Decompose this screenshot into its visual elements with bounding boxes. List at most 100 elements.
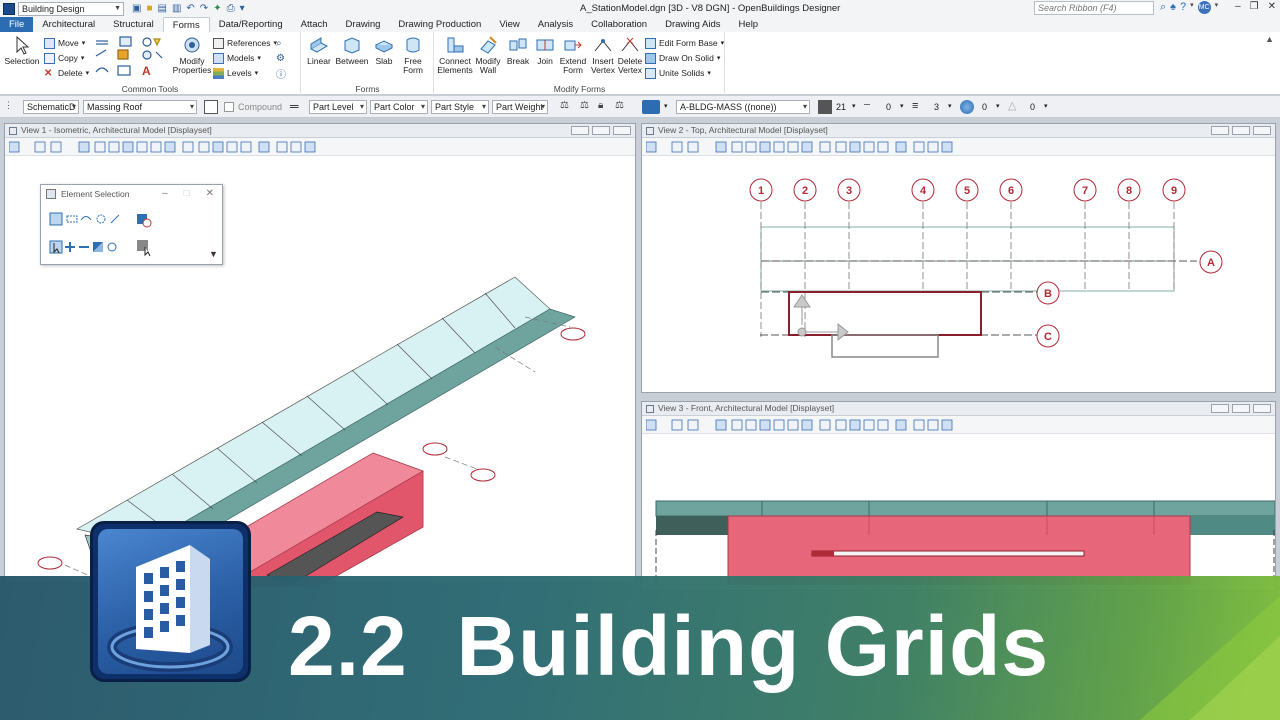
level-dropdown[interactable]: A-BLDG-MASS ((none)) [676, 100, 810, 114]
view-2-toolbar[interactable] [642, 138, 1275, 156]
view-tools-icons[interactable] [646, 418, 966, 432]
search-ribbon-input[interactable]: Search Ribbon (F4) [1034, 1, 1154, 15]
view-tool-icon[interactable] [927, 419, 939, 431]
view-tool-icon[interactable] [715, 419, 727, 431]
copy-button[interactable]: Copy ▾ [44, 51, 84, 65]
view-tool-icon[interactable] [731, 419, 743, 431]
level-freeze-icon[interactable]: ⚖ [580, 100, 594, 114]
edit-form-base-button[interactable]: Edit Form Base ▾ [645, 36, 724, 50]
tab-architectural[interactable]: Architectural [33, 17, 104, 32]
undo-icon[interactable]: ↶ [186, 3, 194, 14]
top-view-canvas[interactable]: 1 2 3 4 5 6 7 8 9 A B C [642, 157, 1275, 393]
view-tool-icon[interactable] [863, 419, 875, 431]
view-tool-icon[interactable] [34, 141, 46, 153]
tab-analysis[interactable]: Analysis [529, 17, 582, 32]
minimize-icon[interactable]: – [162, 185, 168, 203]
view-tool-icon[interactable] [164, 141, 176, 153]
unite-solids-button[interactable]: Unite Solids ▾ [645, 66, 711, 80]
view-tool-icon[interactable] [877, 419, 889, 431]
view-tool-icon[interactable] [759, 419, 771, 431]
close-icon[interactable] [613, 126, 631, 135]
view-tool-icon[interactable] [835, 419, 847, 431]
view-tool-icon[interactable] [773, 141, 785, 153]
level-manager-icon[interactable]: ⚖ [615, 100, 629, 114]
workspace-dropdown[interactable]: Building Design ▼ [18, 1, 124, 16]
view-tools-icons[interactable] [9, 140, 329, 154]
view-tool-icon[interactable] [94, 141, 106, 153]
view-tool-icon[interactable] [895, 419, 907, 431]
free-form-button[interactable]: Free Form [398, 35, 428, 75]
save-all-icon[interactable]: ▥ [172, 3, 181, 14]
modify-properties-button[interactable]: Modify Properties [172, 35, 212, 75]
slab-form-button[interactable]: Slab [370, 35, 398, 66]
view-tool-icon[interactable] [835, 141, 847, 153]
view-tool-icon[interactable] [787, 419, 799, 431]
tab-drawing[interactable]: Drawing [337, 17, 390, 32]
minimize-icon[interactable] [1211, 126, 1229, 135]
view-tool-icon[interactable] [941, 419, 953, 431]
tab-drawing-aids[interactable]: Drawing Aids [656, 17, 729, 32]
tab-help[interactable]: Help [730, 17, 768, 32]
element-selection-dialog[interactable]: Element Selection – □ ✕ ▼ [40, 184, 223, 265]
settings-tool-icon[interactable]: ⚙ [276, 51, 285, 65]
view-tool-icon[interactable] [290, 141, 302, 153]
models-button[interactable]: Models ▾ [213, 51, 261, 65]
restore-icon[interactable]: ❐ [1250, 1, 1259, 12]
draw-on-solid-button[interactable]: Draw On Solid ▾ [645, 51, 720, 65]
view-tool-icon[interactable] [927, 141, 939, 153]
close-icon[interactable] [1253, 404, 1271, 413]
restore-icon[interactable] [1232, 126, 1250, 135]
view-tool-icon[interactable] [941, 141, 953, 153]
front-view-canvas[interactable] [642, 435, 1275, 585]
part-color-dropdown[interactable]: Part Color [370, 100, 428, 114]
view-tool-icon[interactable] [198, 141, 210, 153]
pin-icon[interactable]: ✦ [213, 3, 221, 14]
tab-view[interactable]: View [490, 17, 528, 32]
between-form-button[interactable]: Between [334, 35, 370, 66]
view-tool-icon[interactable] [745, 419, 757, 431]
view-tool-icon[interactable] [226, 141, 238, 153]
save-icon[interactable]: ▤ [158, 3, 167, 14]
view-tool-icon[interactable] [687, 141, 699, 153]
redo-icon[interactable]: ↷ [200, 3, 208, 14]
modify-wall-button[interactable]: Modify Wall [473, 35, 503, 75]
view-tool-icon[interactable] [715, 141, 727, 153]
restore-icon[interactable]: □ [184, 185, 190, 203]
view-tool-icon[interactable] [78, 141, 90, 153]
linear-form-button[interactable]: Linear [304, 35, 334, 66]
view-tool-icon[interactable] [671, 419, 683, 431]
view-tool-icon[interactable] [108, 141, 120, 153]
view-tool-icon[interactable] [759, 141, 771, 153]
view-tool-icon[interactable] [913, 419, 925, 431]
view-tool-icon[interactable] [801, 141, 813, 153]
view-tool-icon[interactable] [819, 141, 831, 153]
part-dropdown[interactable]: Massing Roof [83, 100, 197, 114]
view-3-front[interactable]: View 3 - Front, Architectural Model [Dis… [641, 401, 1276, 591]
view-tool-icon[interactable] [745, 141, 757, 153]
view-tool-icon[interactable] [304, 141, 316, 153]
levels-button[interactable]: Levels ▾ [213, 66, 258, 80]
customize-qat-icon[interactable]: ▾ [240, 3, 245, 14]
references-button[interactable]: References ▾ [213, 36, 277, 50]
view-1-toolbar[interactable] [5, 138, 635, 156]
print-icon[interactable]: ⎙ [227, 3, 235, 14]
tab-collaboration[interactable]: Collaboration [582, 17, 656, 32]
move-button[interactable]: Move ▾ [44, 36, 85, 50]
selection-button[interactable]: Selection [4, 35, 40, 66]
color-swatch-icon[interactable] [818, 100, 832, 114]
view-tool-icon[interactable] [276, 141, 288, 153]
tab-attach[interactable]: Attach [292, 17, 337, 32]
search-icon[interactable]: ⌕ [1160, 1, 1166, 14]
view-tool-icon[interactable] [50, 141, 62, 153]
help-dropdown-icon[interactable]: ▾ [1190, 1, 1194, 14]
connect-elements-button[interactable]: Connect Elements [437, 35, 473, 75]
delete-vertex-button[interactable]: Delete Vertex [616, 35, 644, 75]
view-tool-icon[interactable] [787, 141, 799, 153]
priority-icon[interactable]: △ [1008, 100, 1022, 114]
insert-vertex-button[interactable]: Insert Vertex [589, 35, 617, 75]
family-dropdown[interactable]: SchematicD [23, 100, 79, 114]
open-folder-icon[interactable]: ■ [146, 3, 152, 14]
view-tool-icon[interactable] [895, 141, 907, 153]
search-tool-icon[interactable]: ⌕ [276, 36, 282, 50]
extend-form-button[interactable]: Extend Form [558, 35, 588, 75]
